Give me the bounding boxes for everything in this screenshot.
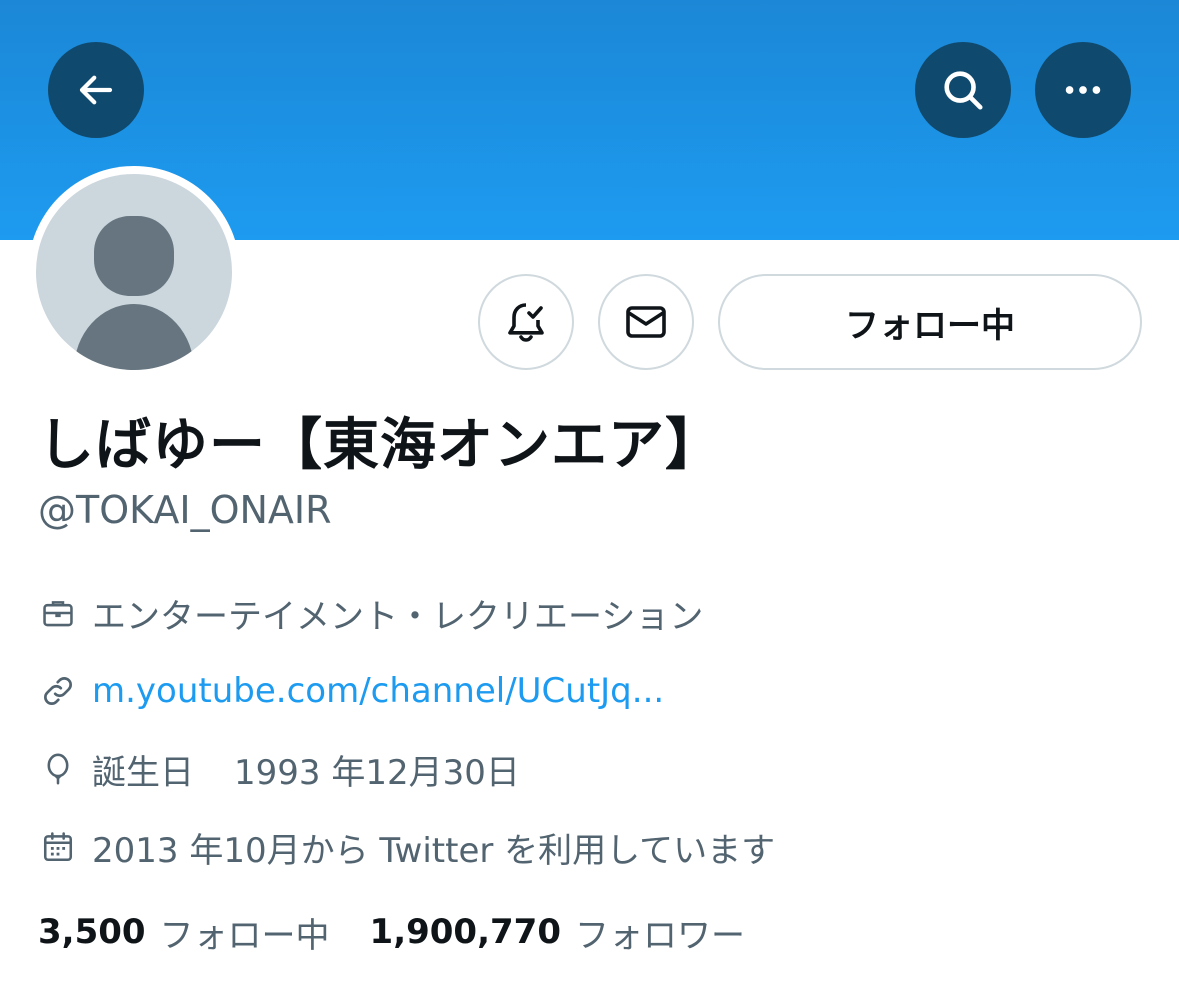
search-button[interactable] (915, 42, 1011, 138)
profile-link[interactable]: m.youtube.com/channel/UCutJq... (38, 666, 664, 716)
profile-joined-date: 2013 年10月から Twitter を利用しています (38, 822, 775, 872)
more-options-button[interactable] (1035, 42, 1131, 138)
following-button[interactable]: フォロー中 (718, 274, 1142, 370)
following-stat[interactable]: 3,500 フォロー中 (38, 908, 330, 957)
joined-text: 2013 年10月から Twitter を利用しています (92, 830, 776, 871)
link-icon (38, 671, 78, 711)
following-count: 3,500 (38, 912, 146, 952)
profile-birthday: 誕生日 1993 年12月30日 (38, 744, 520, 794)
bell-check-icon (508, 303, 544, 342)
profile-category: エンターテイメント・レクリエーション (38, 588, 703, 638)
category-text: エンターテイメント・レクリエーション (92, 596, 704, 637)
message-button[interactable] (598, 274, 694, 370)
user-handle: @TOKAI_ONAIR (38, 488, 332, 532)
avatar-frame (28, 166, 240, 378)
calendar-icon (38, 827, 78, 867)
follow-stats: 3,500 フォロー中 1,900,770 フォロワー (38, 906, 745, 958)
more-horizontal-icon (1065, 86, 1101, 94)
followers-count: 1,900,770 (369, 912, 561, 952)
avatar[interactable] (36, 174, 232, 370)
followers-label: フォロワー (574, 915, 745, 956)
briefcase-icon (38, 593, 78, 633)
display-name: しばゆー【東海オンエア】 (38, 413, 722, 478)
arrow-left-icon (79, 75, 113, 105)
search-icon (944, 71, 983, 110)
notifications-button[interactable] (478, 274, 574, 370)
default-avatar-icon (74, 216, 194, 370)
followers-stat[interactable]: 1,900,770 フォロワー (370, 908, 745, 957)
following-label: フォロー中 (159, 915, 330, 956)
birthday-value: 1993 年12月30日 (234, 752, 520, 793)
birthday-label: 誕生日 (92, 752, 194, 793)
mail-icon (626, 306, 666, 338)
balloon-icon (38, 749, 78, 789)
back-button[interactable] (48, 42, 144, 138)
website-link[interactable]: m.youtube.com/channel/UCutJq... (92, 671, 664, 711)
